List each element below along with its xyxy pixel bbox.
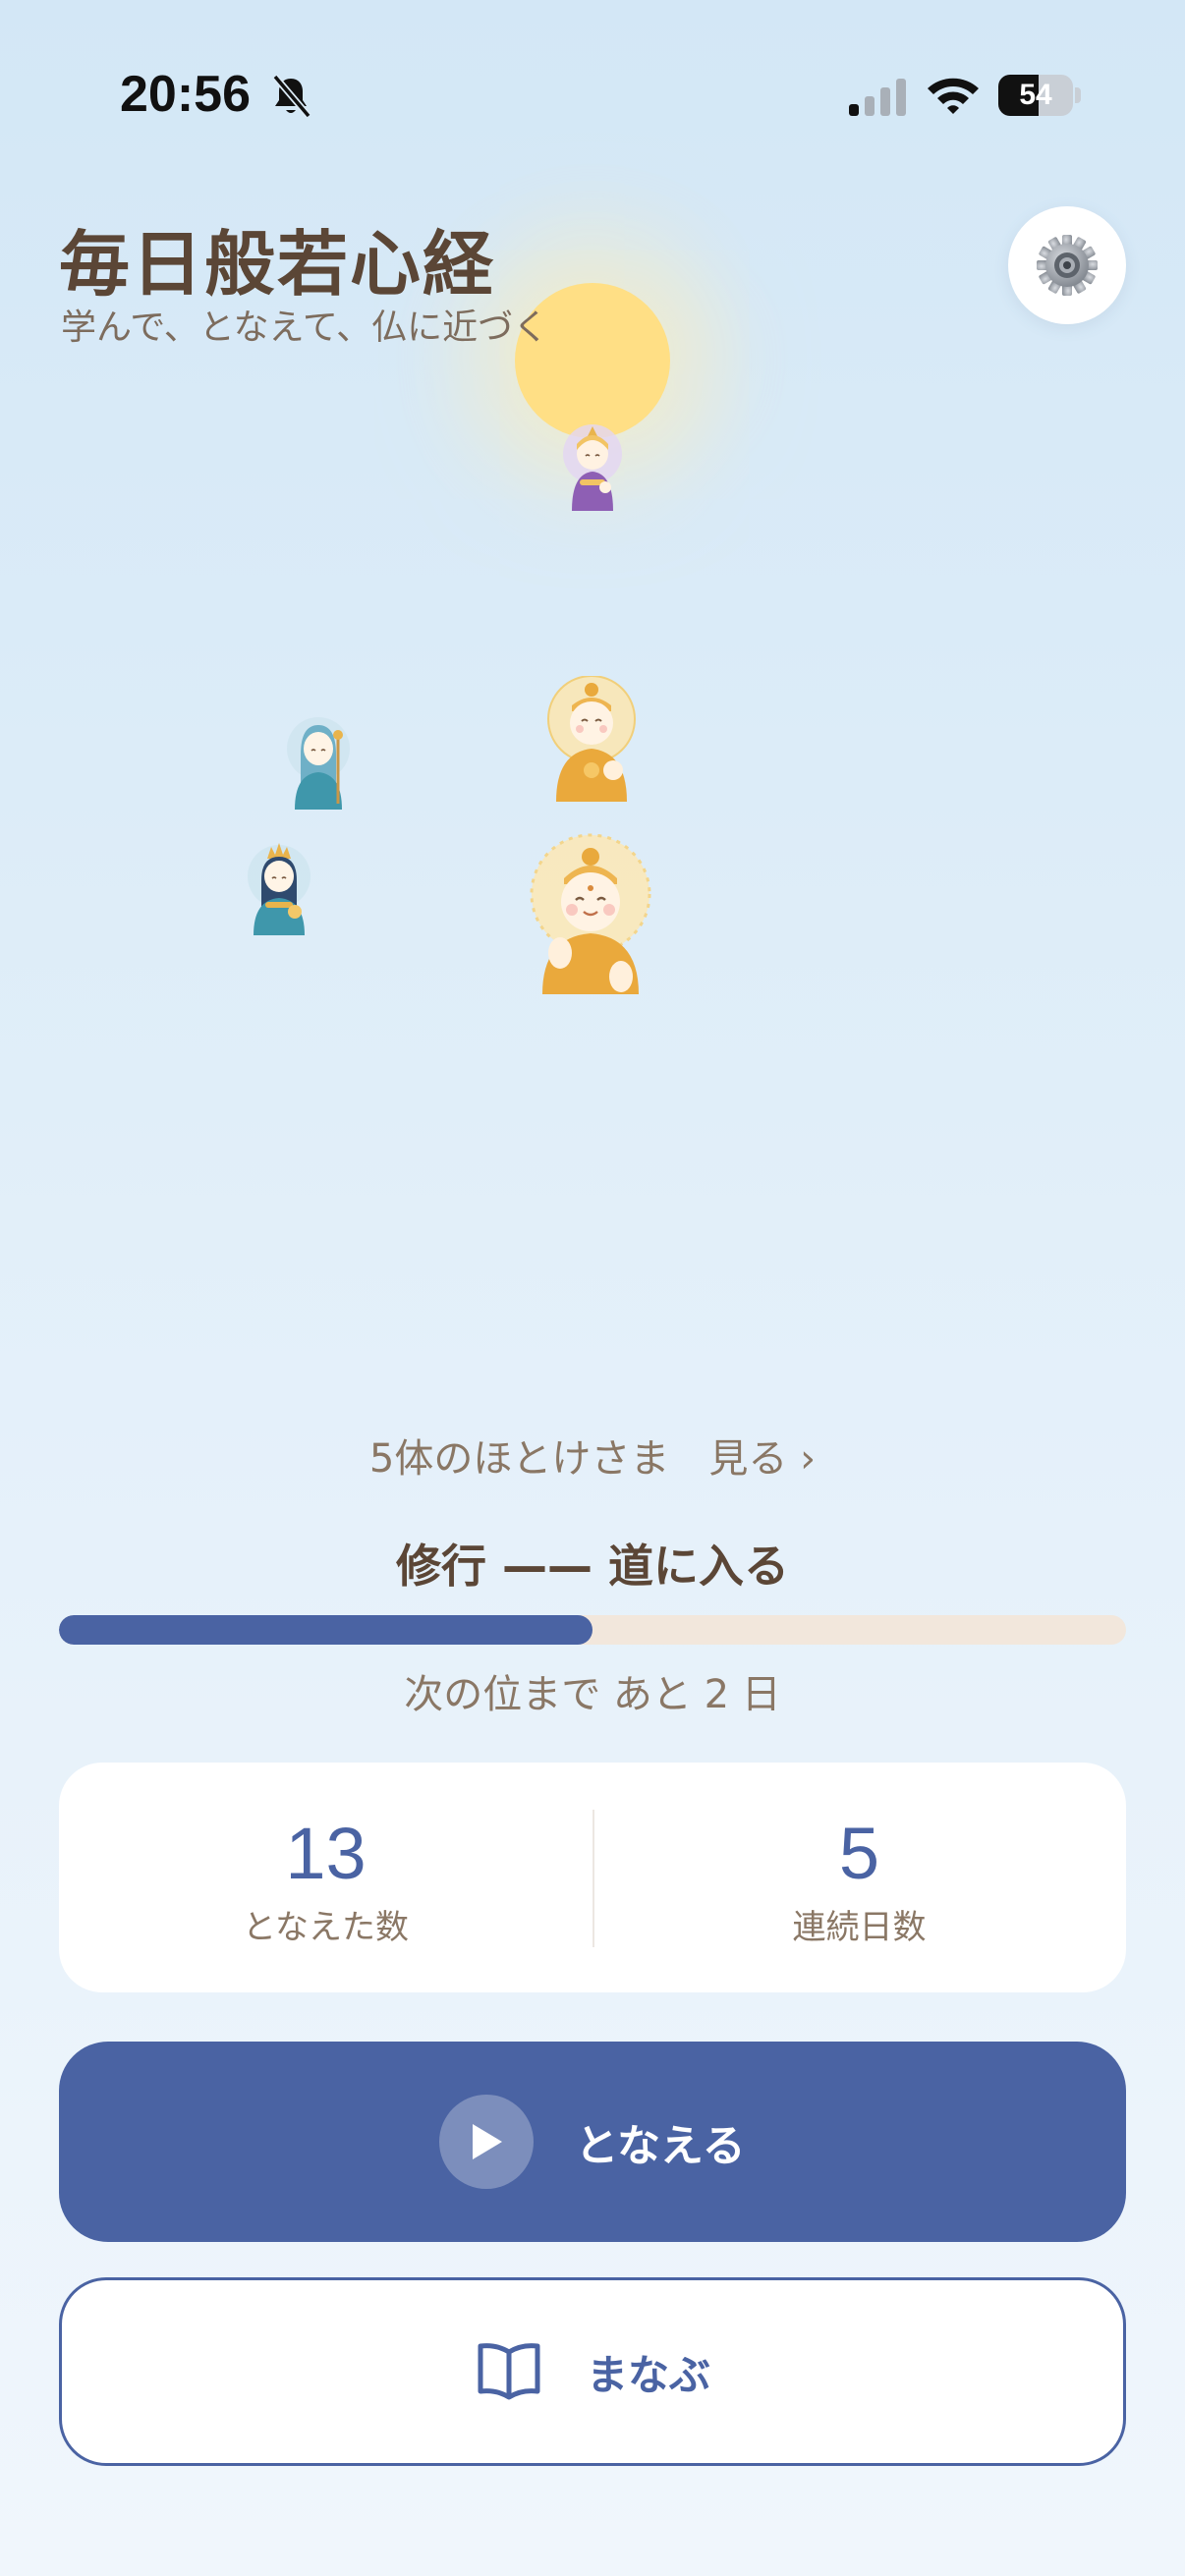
battery-icon: 54 [998, 75, 1081, 116]
next-rank-text: 次の位まで あと 2 日 [404, 1672, 781, 1717]
chant-button[interactable]: となえる [59, 2042, 1126, 2242]
settings-button[interactable] [1008, 206, 1126, 324]
buddha-gold-large [530, 833, 651, 994]
chant-button-label: となえる [575, 2121, 746, 2171]
chant-count-value: 13 [285, 1813, 367, 1894]
rank-progress-bar [59, 1615, 1126, 1645]
app-title: 毎日般若心経 [59, 222, 496, 306]
streak-days-label: 連続日数 [792, 1908, 927, 1947]
rank-progress-fill [59, 1615, 592, 1645]
stats-card: 13 となえた数 5 連続日数 [59, 1763, 1126, 1992]
learn-button-label: まなぶ [586, 2350, 710, 2399]
status-time: 20:56 [120, 66, 251, 123]
buddha-gold [547, 676, 636, 802]
bell-slash-icon [272, 74, 311, 119]
gear-icon [1037, 235, 1098, 296]
chant-count-label: となえた数 [243, 1908, 409, 1947]
buddha-teal-small [287, 717, 350, 810]
stat-streak-days: 5 連続日数 [592, 1763, 1126, 1992]
play-icon [439, 2095, 535, 2189]
stat-chant-count: 13 となえた数 [59, 1763, 592, 1992]
wifi-icon [928, 78, 979, 114]
streak-days-value: 5 [838, 1813, 880, 1894]
battery-level: 54 [1019, 79, 1052, 111]
learn-button[interactable]: まなぶ [59, 2277, 1126, 2466]
status-bar: 20:56 54 [0, 0, 1185, 196]
rank-title: 修行 —— 道に入る [395, 1540, 790, 1593]
buddha-teal-crowned [248, 843, 310, 935]
buddhas-collection-link[interactable]: 5体のほとけさま 見る › [0, 1427, 1185, 1484]
buddha-purple [563, 424, 622, 511]
app-subtitle: 学んで、となえて、仏に近づく [61, 308, 549, 348]
book-icon [478, 2343, 540, 2400]
cellular-signal-icon [849, 79, 906, 116]
